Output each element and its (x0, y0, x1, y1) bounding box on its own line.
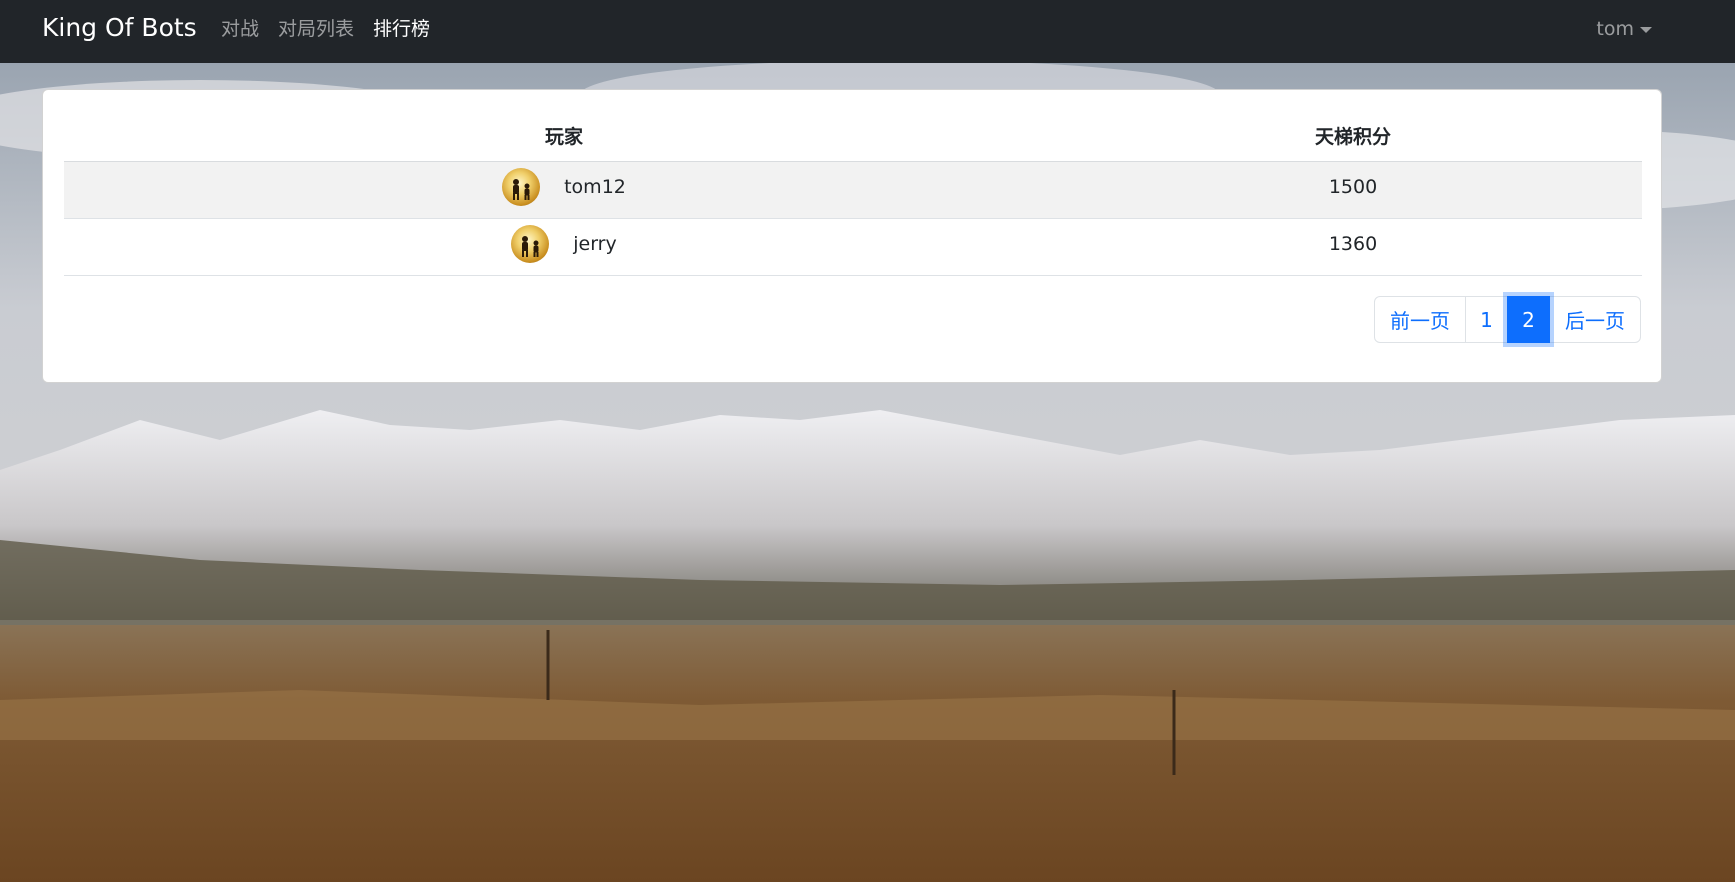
rating-cell: 1500 (1064, 161, 1642, 219)
user-dropdown-toggle[interactable]: tom (1596, 16, 1652, 42)
player-rating: 1500 (1328, 175, 1378, 198)
player-cell: jerry (64, 218, 1064, 276)
page-button-1[interactable]: 1 (1465, 296, 1508, 343)
username-label: tom (1596, 18, 1634, 40)
caret-down-icon (1640, 27, 1652, 33)
table-header-row: 玩家 天梯积分 (64, 111, 1642, 162)
nav-link-ranklist[interactable]: 排行榜 (373, 16, 430, 42)
ranklist-card: 玩家 天梯积分 tom12 1500 jerry 1360 前一页 1 2 后一… (42, 89, 1662, 383)
header-player: 玩家 (64, 111, 1064, 162)
player-cell: tom12 (64, 161, 1064, 219)
player-username: jerry (573, 233, 617, 255)
nav-link-record[interactable]: 对局列表 (278, 16, 354, 42)
avatar-icon (511, 225, 550, 263)
avatar-icon (502, 168, 541, 206)
brand-logo-link[interactable]: King Of Bots (42, 12, 197, 44)
pagination: 前一页 1 2 后一页 (1374, 296, 1641, 343)
nav-link-pk[interactable]: 对战 (221, 16, 259, 42)
top-navbar: King Of Bots 对战 对局列表 排行榜 tom (0, 0, 1735, 63)
prev-page-button[interactable]: 前一页 (1374, 296, 1466, 343)
player-username: tom12 (564, 176, 626, 198)
table-row: jerry 1360 (64, 218, 1642, 276)
ranklist-table: 玩家 天梯积分 tom12 1500 jerry 1360 (64, 111, 1642, 276)
next-page-button[interactable]: 后一页 (1549, 296, 1641, 343)
page-button-2[interactable]: 2 (1507, 296, 1550, 343)
rating-cell: 1360 (1064, 218, 1642, 276)
header-rating: 天梯积分 (1064, 111, 1642, 162)
table-row: tom12 1500 (64, 161, 1642, 219)
nav-links: 对战 对局列表 排行榜 (221, 16, 449, 42)
player-rating: 1360 (1328, 232, 1378, 255)
